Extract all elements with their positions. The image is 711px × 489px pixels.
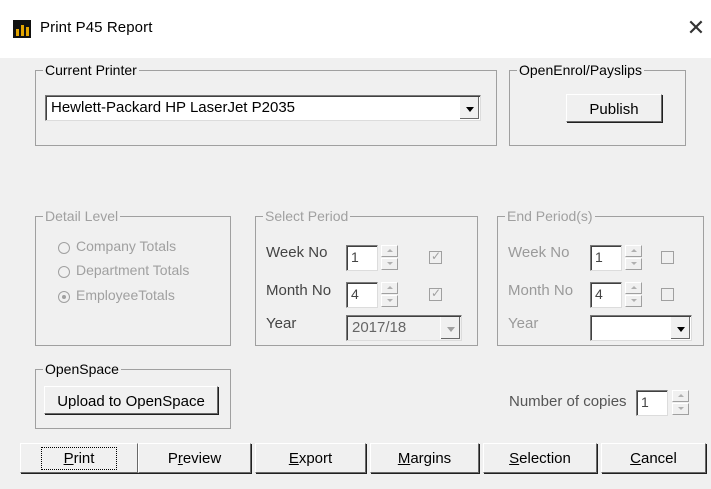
end-month-value: 4 xyxy=(595,286,603,302)
select-year-select[interactable]: 2017/18 xyxy=(346,315,462,341)
select-month-label: Month No xyxy=(266,282,332,299)
preview-button-label: Preview xyxy=(167,450,222,467)
publish-button[interactable]: Publish xyxy=(566,94,662,122)
close-icon[interactable]: ✕ xyxy=(682,14,710,42)
publish-button-label: Publish xyxy=(589,101,639,118)
end-month-label: Month No xyxy=(508,282,574,299)
print-button[interactable]: Print xyxy=(20,443,138,473)
end-period-label: End Period(s) xyxy=(505,208,595,224)
export-button-label: Export xyxy=(288,450,333,467)
chevron-down-icon[interactable] xyxy=(440,317,460,339)
margins-button-label: Margins xyxy=(397,450,452,467)
end-month-spinner[interactable] xyxy=(625,282,642,308)
preview-button[interactable]: Preview xyxy=(138,443,251,473)
copies-value: 1 xyxy=(641,394,649,410)
export-button[interactable]: Export xyxy=(255,443,366,473)
radio-company-totals[interactable] xyxy=(58,242,70,254)
radio-company-totals-label: Company Totals xyxy=(76,238,177,254)
detail-level-label: Detail Level xyxy=(43,208,121,224)
openspace-label: OpenSpace xyxy=(43,361,121,377)
copies-input[interactable]: 1 xyxy=(636,390,668,416)
end-year-label: Year xyxy=(508,315,539,332)
chevron-down-icon[interactable] xyxy=(459,97,479,119)
select-week-value: 1 xyxy=(351,249,359,265)
upload-openspace-button[interactable]: Upload to OpenSpace xyxy=(44,386,218,414)
margins-button[interactable]: Margins xyxy=(370,443,479,473)
end-week-label: Week No xyxy=(508,244,570,261)
select-week-input[interactable]: 1 xyxy=(346,245,378,271)
end-month-checkbox[interactable] xyxy=(661,288,674,301)
copies-spinner[interactable] xyxy=(672,390,689,416)
end-week-spinner[interactable] xyxy=(625,245,642,271)
select-period-label: Select Period xyxy=(263,208,351,224)
cancel-button-label: Cancel xyxy=(630,450,677,467)
printer-select[interactable]: Hewlett-Packard HP LaserJet P2035 xyxy=(45,95,481,121)
printer-select-value: Hewlett-Packard HP LaserJet P2035 xyxy=(51,99,296,116)
select-week-label: Week No xyxy=(266,244,328,261)
openenrol-label: OpenEnrol/Payslips xyxy=(517,62,644,78)
select-week-checkbox[interactable] xyxy=(429,249,442,264)
cancel-button[interactable]: Cancel xyxy=(601,443,706,473)
select-year-label: Year xyxy=(266,315,297,332)
upload-openspace-button-label: Upload to OpenSpace xyxy=(57,393,205,410)
selection-button-label: Selection xyxy=(509,450,571,467)
select-month-spinner[interactable] xyxy=(381,282,398,308)
end-week-checkbox[interactable] xyxy=(661,251,674,264)
select-month-value: 4 xyxy=(351,286,359,302)
radio-department-totals[interactable] xyxy=(58,266,70,278)
select-month-checkbox[interactable] xyxy=(429,286,442,301)
radio-employee-totals-label: EmployeeTotals xyxy=(76,287,175,303)
title-bar: Print P45 Report ✕ xyxy=(0,0,711,58)
select-week-spinner[interactable] xyxy=(381,245,398,271)
end-week-input[interactable]: 1 xyxy=(590,245,622,271)
radio-department-totals-label: Department Totals xyxy=(76,262,190,278)
select-month-input[interactable]: 4 xyxy=(346,282,378,308)
end-year-select[interactable] xyxy=(590,315,692,341)
select-year-value: 2017/18 xyxy=(352,319,407,336)
chevron-down-icon[interactable] xyxy=(670,317,690,339)
radio-employee-totals[interactable] xyxy=(58,291,70,303)
current-printer-label: Current Printer xyxy=(43,62,139,78)
window-title: Print P45 Report xyxy=(40,19,153,36)
app-icon xyxy=(13,20,31,38)
copies-label: Number of copies xyxy=(509,393,627,410)
end-month-input[interactable]: 4 xyxy=(590,282,622,308)
selection-button[interactable]: Selection xyxy=(483,443,597,473)
end-week-value: 1 xyxy=(595,249,603,265)
detail-level-group xyxy=(35,216,231,346)
print-button-label: Print xyxy=(40,447,118,470)
print-p45-dialog: Print P45 Report ✕ Current Printer Hewle… xyxy=(0,0,711,489)
